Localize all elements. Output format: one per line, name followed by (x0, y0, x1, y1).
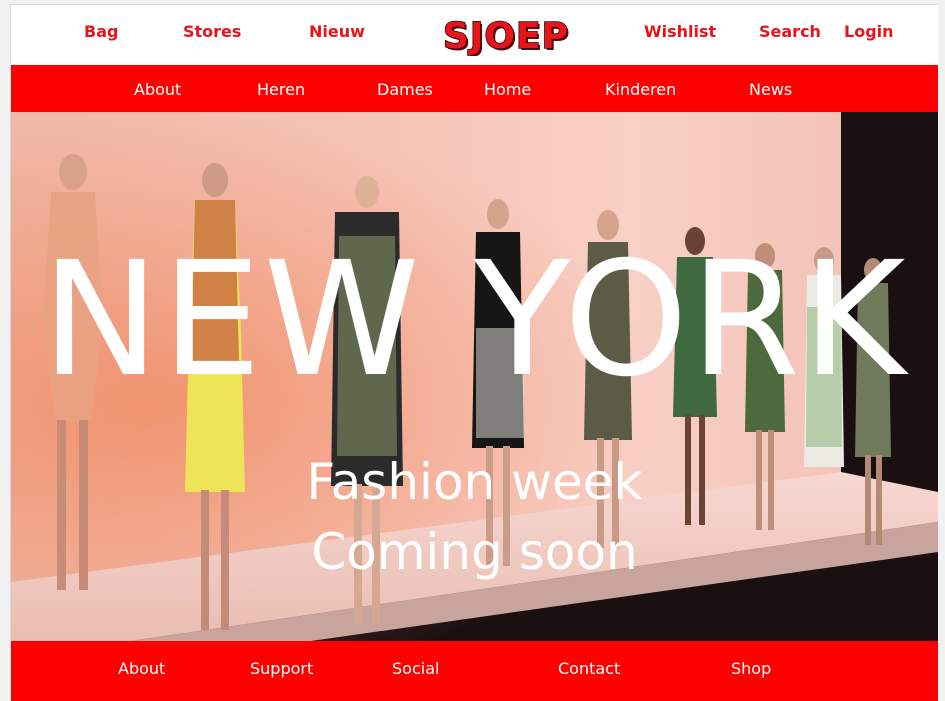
nav-news[interactable]: News (749, 80, 792, 99)
main-navigation: About Heren Dames Home Kinderen News (11, 65, 938, 112)
nieuw-link[interactable]: Nieuw (309, 22, 365, 41)
search-link[interactable]: Search (759, 22, 821, 41)
nav-dames[interactable]: Dames (377, 80, 433, 99)
logo-text: SJOEP (443, 16, 569, 56)
nav-heren[interactable]: Heren (257, 80, 305, 99)
wishlist-link[interactable]: Wishlist (644, 22, 716, 41)
page-frame: Bag Stores Nieuw SJOEP SJOEP Wishlist Se… (10, 4, 938, 701)
footer-support[interactable]: Support (250, 659, 313, 678)
hero-title: NEW YORK (41, 228, 908, 412)
top-header: Bag Stores Nieuw SJOEP SJOEP Wishlist Se… (11, 5, 938, 65)
nav-kinderen[interactable]: Kinderen (605, 80, 676, 99)
nav-home[interactable]: Home (484, 80, 531, 99)
nav-about[interactable]: About (134, 80, 181, 99)
footer-about[interactable]: About (118, 659, 165, 678)
hero-subtitle-line1: Fashion week (306, 453, 643, 511)
footer-social[interactable]: Social (392, 659, 439, 678)
footer-navigation: About Support Social Contact Shop (11, 641, 938, 701)
hero-banner: NEW YORK Fashion week Coming soon (11, 112, 938, 641)
stores-link[interactable]: Stores (183, 22, 241, 41)
bag-link[interactable]: Bag (84, 22, 118, 41)
hero-subtitle-line2: Coming soon (311, 523, 638, 581)
login-link[interactable]: Login (844, 22, 894, 41)
footer-contact[interactable]: Contact (558, 659, 620, 678)
sjoep-logo[interactable]: SJOEP SJOEP (427, 14, 585, 56)
footer-shop[interactable]: Shop (731, 659, 771, 678)
